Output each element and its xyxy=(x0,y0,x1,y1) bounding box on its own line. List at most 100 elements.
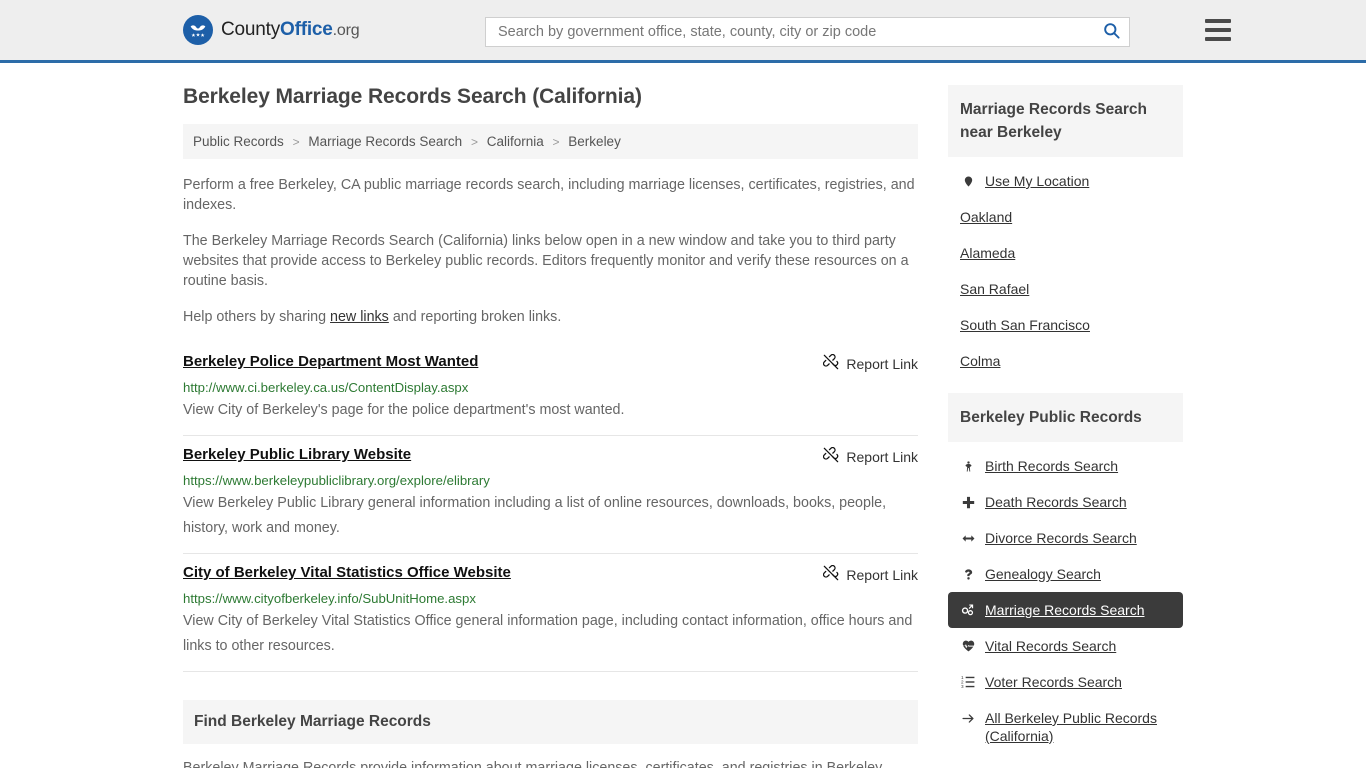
hamburger-bar-1 xyxy=(1205,19,1231,23)
ordered-list-icon: 1 2 3 xyxy=(960,673,976,691)
sidebar-item-birth-records-search[interactable]: Birth Records Search xyxy=(948,448,1183,484)
logo-text-office: Office xyxy=(280,19,333,40)
search-icon xyxy=(1102,21,1121,43)
sidebar-item-genealogy-search[interactable]: Genealogy Search xyxy=(948,556,1183,592)
logo-text: CountyOffice.org xyxy=(221,19,360,41)
report-link-label: Report Link xyxy=(846,566,918,583)
find-records-section-header: Find Berkeley Marriage Records xyxy=(183,700,918,744)
new-links-link[interactable]: new links xyxy=(330,309,389,325)
link-entry-description: View Berkeley Public Library general inf… xyxy=(183,495,887,536)
sidebar-item-south-san-francisco[interactable]: South San Francisco xyxy=(948,307,1183,343)
sidebar-item-label: Divorce Records Search xyxy=(985,530,1137,546)
link-entry-head: Berkeley Police Department Most Wanted R… xyxy=(183,353,918,373)
question-mark-icon xyxy=(960,565,976,583)
sidebar-item-oakland[interactable]: Oakland xyxy=(948,199,1183,235)
sidebar: Marriage Records Search near Berkeley Us… xyxy=(948,85,1183,754)
sidebar-item-label: Oakland xyxy=(960,209,1013,225)
hamburger-menu-icon[interactable] xyxy=(1205,19,1231,41)
find-records-body: Berkeley Marriage Records provide inform… xyxy=(183,760,886,768)
help-paragraph: Help others by sharing new links and rep… xyxy=(183,307,918,327)
report-link-label: Report Link xyxy=(846,448,918,465)
broken-link-icon xyxy=(823,447,839,466)
broken-link-icon xyxy=(823,354,839,373)
breadcrumb-separator: > xyxy=(292,135,300,149)
sidebar-item-label: San Rafael xyxy=(960,281,1030,297)
breadcrumb-item-marriage-records-search[interactable]: Marriage Records Search xyxy=(308,134,462,149)
site-header: CountyOffice.org xyxy=(0,0,1366,63)
link-entry: Berkeley Police Department Most Wanted R… xyxy=(183,343,918,436)
sidebar-item-label: Death Records Search xyxy=(985,494,1127,510)
sidebar-records-heading: Berkeley Public Records xyxy=(948,393,1183,442)
heartbeat-icon xyxy=(960,637,976,655)
link-entry-url[interactable]: http://www.ci.berkeley.ca.us/ContentDisp… xyxy=(183,380,918,395)
baby-icon xyxy=(960,457,976,475)
sidebar-item-alameda[interactable]: Alameda xyxy=(948,235,1183,271)
link-entry: City of Berkeley Vital Statistics Office… xyxy=(183,554,918,672)
site-logo[interactable]: CountyOffice.org xyxy=(183,15,360,45)
sidebar-item-label: Alameda xyxy=(960,245,1016,261)
sidebar-near-heading: Marriage Records Search near Berkeley xyxy=(948,85,1183,157)
sidebar-item-san-rafael[interactable]: San Rafael xyxy=(948,271,1183,307)
sidebar-item-label: All Berkeley Public Records (California) xyxy=(985,710,1157,744)
link-entry-title[interactable]: City of Berkeley Vital Statistics Office… xyxy=(183,564,511,581)
intro-text: Perform a free Berkeley, CA public marri… xyxy=(183,175,918,327)
report-link-label: Report Link xyxy=(846,355,918,372)
sidebar-item-label: Voter Records Search xyxy=(985,674,1122,690)
sidebar-item-label: Colma xyxy=(960,353,1001,369)
report-link-button[interactable]: Report Link xyxy=(823,565,918,584)
venus-mars-icon xyxy=(960,601,976,619)
sidebar-item-label: South San Francisco xyxy=(960,317,1090,333)
svg-text:3: 3 xyxy=(961,684,964,689)
link-entry-url[interactable]: https://www.berkeleypubliclibrary.org/ex… xyxy=(183,473,918,488)
sidebar-item-death-records-search[interactable]: Death Records Search xyxy=(948,484,1183,520)
breadcrumb-item-berkeley[interactable]: Berkeley xyxy=(568,134,621,149)
sidebar-item-all-berkeley-public-records[interactable]: All Berkeley Public Records (California) xyxy=(948,700,1183,754)
main-content: Berkeley Marriage Records Search (Califo… xyxy=(183,85,918,768)
arrow-right-icon xyxy=(960,709,976,727)
breadcrumb-separator: > xyxy=(470,135,478,149)
page-title: Berkeley Marriage Records Search (Califo… xyxy=(183,85,642,108)
link-entry-url[interactable]: https://www.cityofberkeley.info/SubUnitH… xyxy=(183,591,918,606)
link-entry-description: View City of Berkeley Vital Statistics O… xyxy=(183,613,913,654)
breadcrumb-separator: > xyxy=(552,135,560,149)
sidebar-item-voter-records-search[interactable]: 1 2 3 Voter Records Search xyxy=(948,664,1183,700)
sidebar-near-list: Use My Location Oakland Alameda San Rafa… xyxy=(948,157,1183,379)
report-link-button[interactable]: Report Link xyxy=(823,447,918,466)
sidebar-item-divorce-records-search[interactable]: Divorce Records Search xyxy=(948,520,1183,556)
search-button[interactable] xyxy=(1102,21,1121,43)
breadcrumb-item-public-records[interactable]: Public Records xyxy=(193,134,284,149)
link-entry: Berkeley Public Library Website Report L… xyxy=(183,436,918,554)
sidebar-item-label: Birth Records Search xyxy=(985,458,1119,474)
sidebar-item-colma[interactable]: Colma xyxy=(948,343,1183,379)
link-entry-title[interactable]: Berkeley Police Department Most Wanted xyxy=(183,353,478,370)
map-pin-icon xyxy=(960,172,976,190)
sidebar-item-label: Marriage Records Search xyxy=(985,602,1145,618)
broken-link-icon xyxy=(823,565,839,584)
link-entry-title[interactable]: Berkeley Public Library Website xyxy=(183,446,411,463)
report-link-button[interactable]: Report Link xyxy=(823,354,918,373)
sidebar-item-label: Genealogy Search xyxy=(985,566,1101,582)
cross-icon xyxy=(960,493,976,511)
hamburger-bar-3 xyxy=(1205,37,1231,41)
help-suffix: and reporting broken links. xyxy=(388,309,562,325)
arrows-left-right-icon xyxy=(960,529,976,547)
help-prefix: Help others by sharing xyxy=(183,309,331,325)
page-container: Berkeley Marriage Records Search (Califo… xyxy=(183,63,1183,768)
sidebar-item-marriage-records-search[interactable]: Marriage Records Search xyxy=(948,592,1183,628)
breadcrumb: Public Records > Marriage Records Search… xyxy=(183,124,918,159)
intro-paragraph-2: The Berkeley Marriage Records Search (Ca… xyxy=(183,233,909,289)
sidebar-item-label: Vital Records Search xyxy=(985,638,1117,654)
sidebar-item-vital-records-search[interactable]: Vital Records Search xyxy=(948,628,1183,664)
sidebar-item-use-my-location[interactable]: Use My Location xyxy=(948,163,1183,199)
search-input[interactable] xyxy=(496,23,1102,41)
logo-text-county: County xyxy=(221,19,281,40)
find-records-heading: Find Berkeley Marriage Records xyxy=(194,713,431,730)
link-entry-head: City of Berkeley Vital Statistics Office… xyxy=(183,564,918,584)
breadcrumb-item-california[interactable]: California xyxy=(487,134,544,149)
search-bar[interactable] xyxy=(485,17,1130,47)
hamburger-bar-2 xyxy=(1205,28,1231,32)
sidebar-item-label: Use My Location xyxy=(985,173,1090,189)
header-inner: CountyOffice.org xyxy=(183,0,1231,60)
eagle-seal-icon xyxy=(183,15,213,45)
